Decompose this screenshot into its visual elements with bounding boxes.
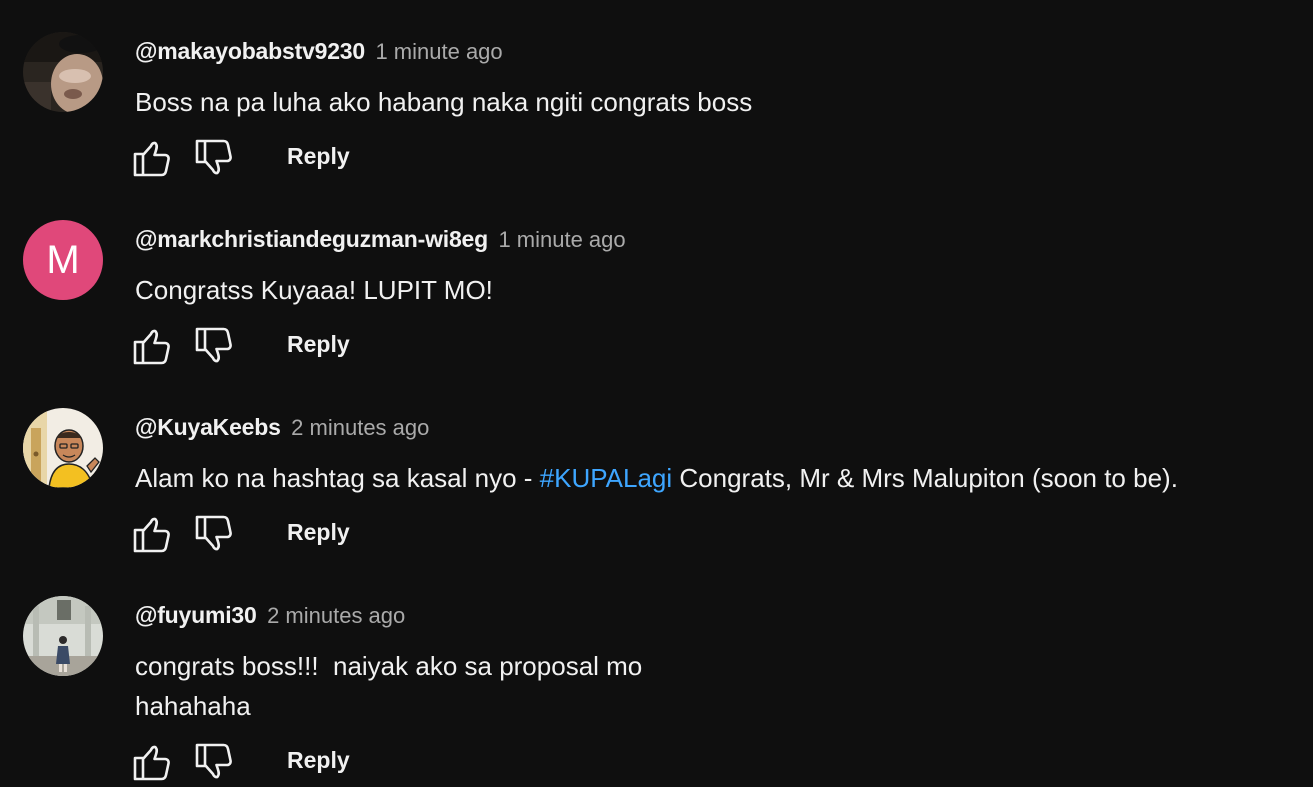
comment-author[interactable]: @KuyaKeebs (135, 414, 281, 440)
comment-actions: Reply (132, 742, 372, 782)
reply-button[interactable]: Reply (287, 331, 350, 358)
thumbs-up-icon (132, 326, 172, 366)
comment-header: @makayobabstv9230 1 minute ago (135, 38, 503, 65)
avatar[interactable] (23, 408, 103, 488)
comment-header: @KuyaKeebs 2 minutes ago (135, 414, 429, 441)
like-button[interactable] (132, 326, 172, 366)
comment-header: @markchristiandeguzman-wi8eg 1 minute ag… (135, 226, 626, 253)
comment-text-part: Congrats, Mr & Mrs Malupiton (soon to be… (672, 463, 1178, 493)
like-button[interactable] (132, 138, 172, 178)
dislike-button[interactable] (194, 326, 234, 366)
hashtag-link[interactable]: #KUPALagi (540, 463, 673, 493)
thumbs-down-icon (194, 326, 234, 366)
reply-button[interactable]: Reply (287, 143, 350, 170)
dislike-button[interactable] (194, 138, 234, 178)
thumbs-down-icon (194, 742, 234, 782)
like-button[interactable] (132, 514, 172, 554)
comment-header: @fuyumi30 2 minutes ago (135, 602, 405, 629)
thumbs-down-icon (194, 138, 234, 178)
comment-actions: Reply (132, 514, 372, 554)
thumbs-down-icon (194, 514, 234, 554)
comment-timestamp[interactable]: 1 minute ago (375, 39, 502, 64)
thumbs-up-icon (132, 138, 172, 178)
thumbs-up-icon (132, 742, 172, 782)
comment-text: Boss na pa luha ako habang naka ngiti co… (135, 87, 753, 117)
dislike-button[interactable] (194, 742, 234, 782)
comment-timestamp[interactable]: 1 minute ago (498, 227, 625, 252)
avatar[interactable]: M (23, 220, 103, 300)
comment-text-line: congrats boss!!! naiyak ako sa proposal … (135, 651, 643, 681)
avatar[interactable] (23, 596, 103, 676)
like-button[interactable] (132, 742, 172, 782)
comment-author[interactable]: @fuyumi30 (135, 602, 257, 628)
comment-text: Congratss Kuyaaa! LUPIT MO! (135, 275, 493, 305)
comment-timestamp[interactable]: 2 minutes ago (267, 603, 405, 628)
comment-text-part: Alam ko na hashtag sa kasal nyo - (135, 463, 540, 493)
comment-author[interactable]: @markchristiandeguzman-wi8eg (135, 226, 488, 252)
comment-text: Alam ko na hashtag sa kasal nyo - #KUPAL… (135, 458, 1178, 498)
comment-text: congrats boss!!! naiyak ako sa proposal … (135, 646, 642, 726)
reply-button[interactable]: Reply (287, 747, 350, 774)
comment-author[interactable]: @makayobabstv9230 (135, 38, 365, 64)
comment-actions: Reply (132, 326, 372, 366)
avatar-photo-icon (23, 32, 103, 112)
avatar[interactable] (23, 32, 103, 112)
comment-timestamp[interactable]: 2 minutes ago (291, 415, 429, 440)
avatar-photo-icon (23, 596, 103, 676)
comment-actions: Reply (132, 138, 372, 178)
reply-button[interactable]: Reply (287, 519, 350, 546)
dislike-button[interactable] (194, 514, 234, 554)
comment-text-line: hahahaha (135, 691, 251, 721)
avatar-illustration-icon (23, 408, 103, 488)
thumbs-up-icon (132, 514, 172, 554)
